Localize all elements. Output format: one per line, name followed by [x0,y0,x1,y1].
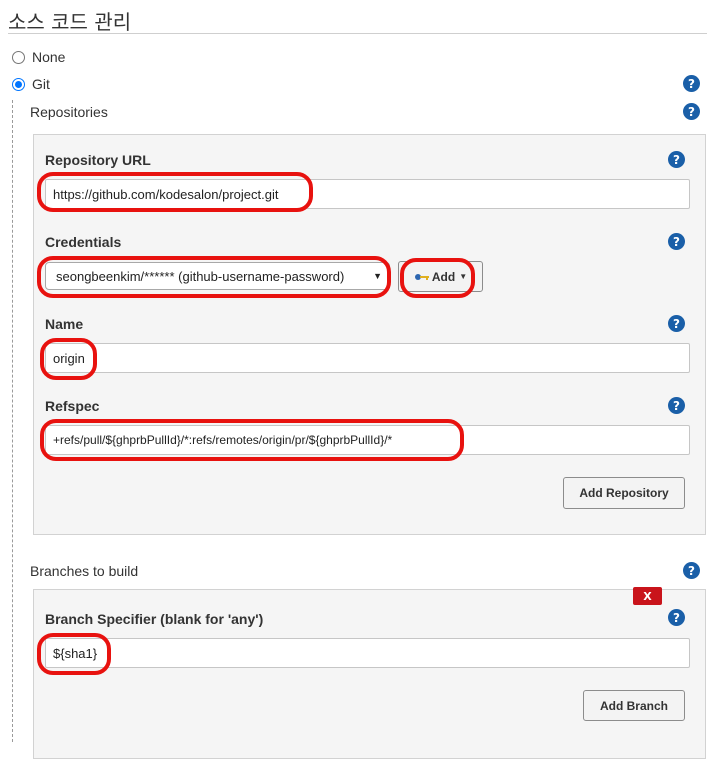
name-help-icon[interactable]: ? [668,315,685,332]
scm-option-none[interactable]: None [12,47,65,67]
add-credentials-label: Add [431,269,456,284]
caret-down-icon: ▼ [459,272,468,281]
scm-option-git[interactable]: Git [12,74,50,94]
name-input[interactable]: origin [45,343,690,373]
repositories-label: Repositories [30,104,108,120]
radio-none[interactable] [12,50,25,64]
git-section-guide [12,100,13,742]
branches-help-icon[interactable]: ? [683,562,700,579]
name-label: Name [45,316,84,332]
git-help-icon[interactable]: ? [683,75,700,92]
add-branch-button[interactable]: Add Branch [583,690,685,721]
add-credentials-button[interactable]: Add ▼ [398,261,483,292]
title-divider [8,33,707,34]
delete-branch-button[interactable]: X [633,587,662,605]
repository-url-help-icon[interactable]: ? [668,151,685,168]
repository-url-input[interactable]: https://github.com/kodesalon/project.git [45,179,690,209]
radio-git[interactable] [12,77,25,91]
repositories-help-icon[interactable]: ? [683,103,700,120]
chevron-down-icon: ▼ [373,271,382,281]
radio-git-label: Git [32,76,50,92]
credentials-label: Credentials [45,234,122,250]
repository-url-label: Repository URL [45,152,151,168]
credentials-help-icon[interactable]: ? [668,233,685,250]
credentials-select-value: seongbeenkim/****** (github-username-pas… [56,268,345,284]
branch-specifier-help-icon[interactable]: ? [668,609,685,626]
branch-specifier-label: Branch Specifier (blank for 'any') [45,611,264,627]
radio-none-label: None [32,49,66,65]
page-title: 소스 코드 관리 [8,10,132,34]
key-icon [414,273,429,280]
refspec-help-icon[interactable]: ? [668,397,685,414]
branches-label: Branches to build [30,563,139,579]
refspec-label: Refspec [45,398,100,414]
credentials-select[interactable]: seongbeenkim/****** (github-username-pas… [45,262,390,290]
branch-specifier-input[interactable]: ${sha1} [45,638,690,668]
add-repository-button[interactable]: Add Repository [563,477,685,509]
refspec-input[interactable]: +refs/pull/${ghprbPullId}/*:refs/remotes… [45,425,690,455]
